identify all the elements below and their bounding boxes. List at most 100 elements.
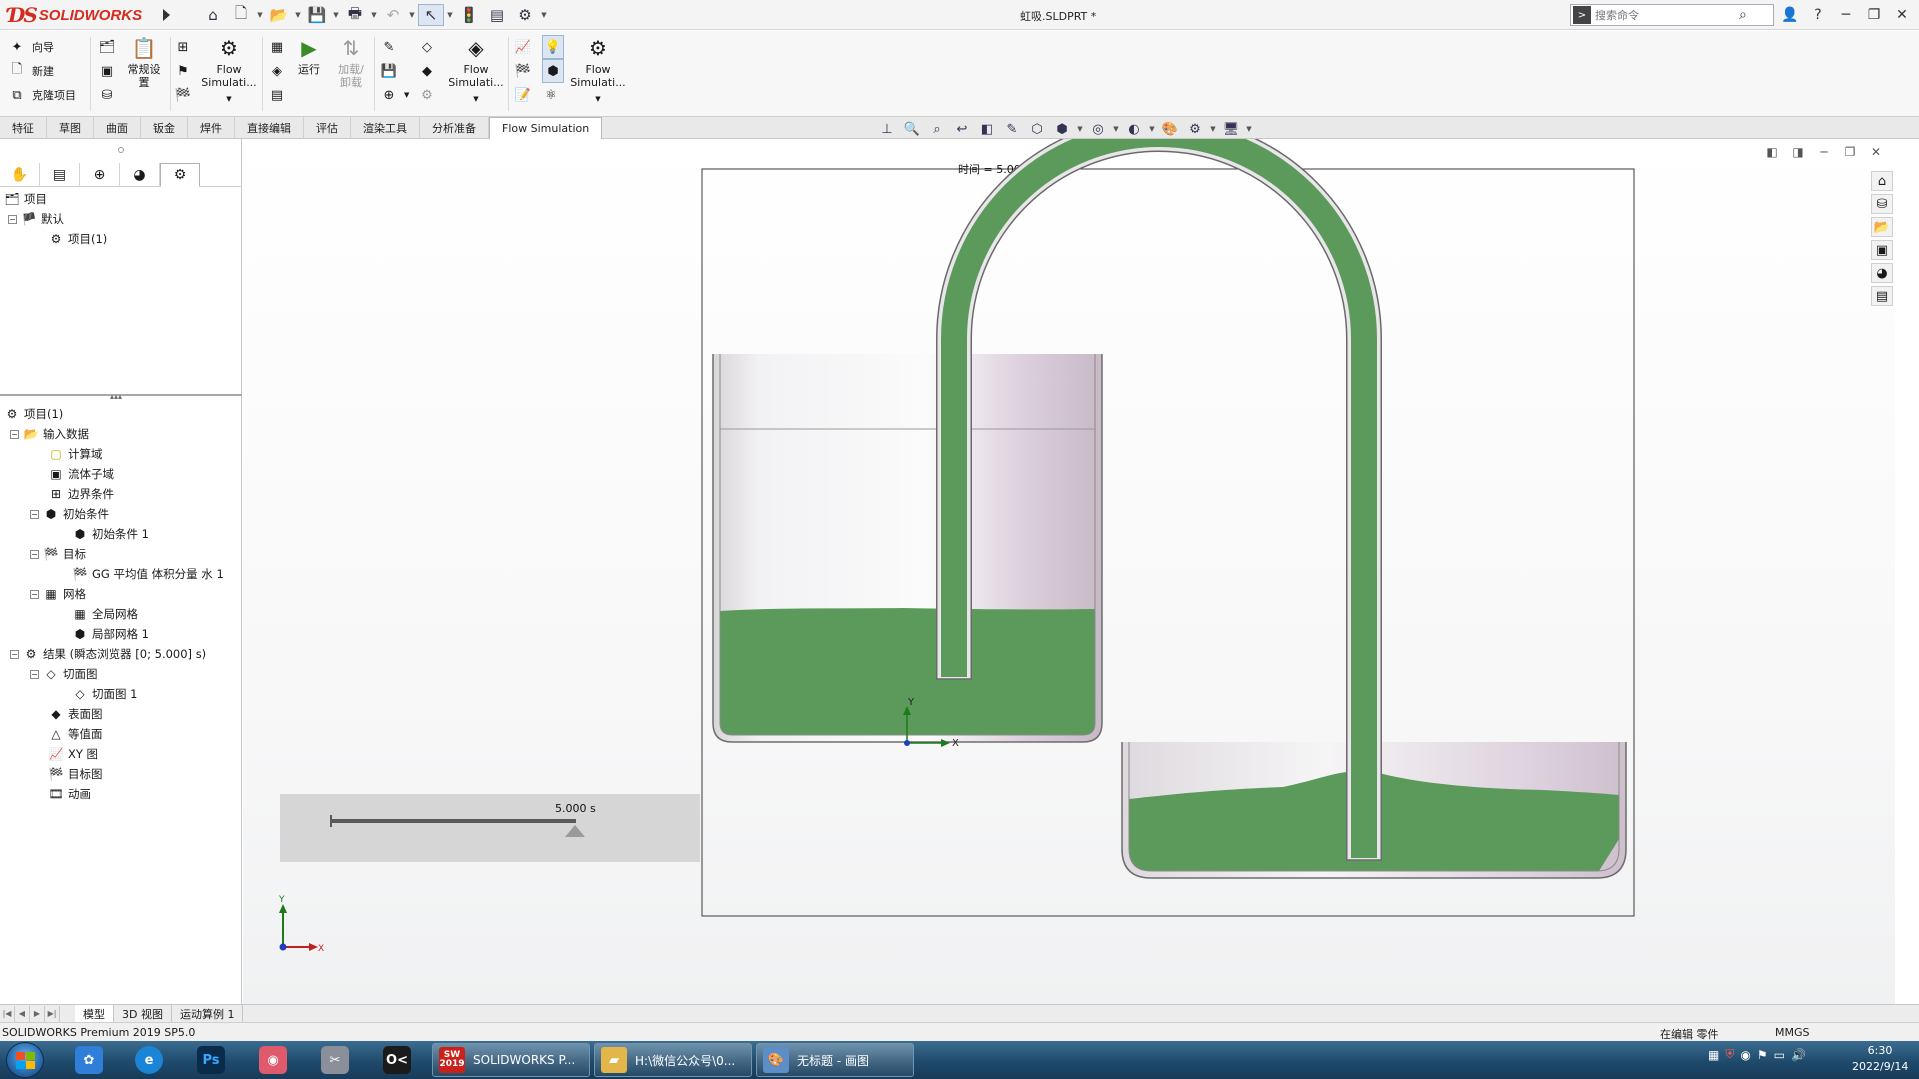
select-dropdown-icon[interactable]: ▼ [446, 4, 454, 26]
tree-item-initial-conditions[interactable]: − ⬢ 初始条件 [30, 504, 109, 524]
feature-manager-tab-icon[interactable]: ✋ [0, 163, 40, 187]
tab-evaluate[interactable]: 评估 [304, 117, 351, 139]
input-method-icon[interactable]: ▦ [1708, 1048, 1719, 1062]
tree-item-isosurfaces[interactable]: △ 等值面 [48, 724, 102, 744]
tab-motion-study-1[interactable]: 运动算例 1 [172, 1004, 244, 1023]
goal-plot-results-button[interactable]: 🏁 [514, 59, 532, 83]
tree-item-global-mesh[interactable]: ▦ 全局网格 [72, 604, 138, 624]
chevron-down-icon[interactable]: ▼ [1112, 125, 1120, 133]
tab-model[interactable]: 模型 [75, 1004, 114, 1023]
save-icon[interactable]: 💾 [304, 4, 330, 26]
tab-analysis-prep[interactable]: 分析准备 [420, 117, 489, 139]
computational-domain-button[interactable]: ▣ [98, 59, 116, 83]
chevron-down-icon[interactable]: ▼ [1245, 125, 1253, 133]
batch-run-button[interactable]: ▤ [268, 83, 286, 107]
previous-view-icon[interactable]: ↩ [951, 119, 973, 139]
boundary-condition-button[interactable]: ⊞ [174, 35, 192, 59]
timeline-slider-handle[interactable] [565, 825, 585, 837]
tree-item-initial-condition-1[interactable]: ⬢ 初始条件 1 [72, 524, 149, 544]
tree-item-root[interactable]: ⚙ 项目(1) [4, 404, 64, 424]
configuration-manager-tab-icon[interactable]: ⊕ [80, 163, 120, 187]
traffic-light-icon[interactable]: 🚦 [456, 4, 482, 26]
reference-axis-icon[interactable]: ⊥ [876, 119, 898, 139]
hide-show-items-icon[interactable]: ◎ [1087, 119, 1109, 139]
last-tab-icon[interactable]: ▶| [45, 1005, 60, 1022]
section-view-icon[interactable]: ◧ [976, 119, 998, 139]
options-gear-icon[interactable]: ⚙ [512, 4, 538, 26]
prev-tab-icon[interactable]: ◀ [15, 1005, 30, 1022]
design-library-icon[interactable]: ⛁ [1871, 194, 1893, 214]
chevron-down-icon[interactable]: ▼ [1209, 125, 1217, 133]
tree-item-fluid-subdomain[interactable]: ▣ 流体子域 [48, 464, 114, 484]
solver-button[interactable]: ◈ [268, 59, 286, 83]
monitor-display-icon[interactable]: 🖥 [1220, 119, 1242, 139]
save-dropdown-icon[interactable]: ▼ [332, 4, 340, 26]
probe-button[interactable]: ✎ [380, 35, 409, 59]
flow-simulation-feature-button[interactable]: ⚙ Flow Simulati... ▼ [200, 35, 258, 106]
open-icon[interactable]: 📂 [266, 4, 292, 26]
select-cursor-icon[interactable]: ↖ [418, 4, 444, 26]
tree-item-results[interactable]: − ⚙ 结果 (瞬态浏览器 [0; 5.000] s) [10, 644, 206, 664]
xy-plot-button[interactable]: 📈 [514, 35, 532, 59]
chevron-down-icon[interactable]: ▼ [595, 93, 600, 106]
tab-render-tools[interactable]: 渲染工具 [351, 117, 420, 139]
timeline-track[interactable] [330, 819, 576, 823]
chevron-down-icon[interactable]: ▼ [1076, 125, 1084, 133]
antivirus-icon[interactable]: ⛨ [1725, 1047, 1734, 1062]
tree-item-local-mesh-1[interactable]: ⬢ 局部网格 1 [72, 624, 149, 644]
undo-dropdown-icon[interactable]: ▼ [408, 4, 416, 26]
tree-item-goals[interactable]: − 🏁 目标 [30, 544, 86, 564]
zoom-to-fit-icon[interactable]: 🔍 [901, 119, 923, 139]
taskbar-task-solidworks[interactable]: SW 2019 SOLIDWORKS P... [432, 1043, 590, 1077]
graphics-area[interactable]: ◧ ◨ ─ ❐ ✕ 时间 = 5.000 s Y X Y X 5.000 s ⌂… [243, 139, 1895, 1004]
tree-item-animations[interactable]: 🎞 动画 [48, 784, 91, 804]
taskbar-app-1[interactable]: ✿ [62, 1044, 116, 1076]
tree-item-mesh[interactable]: − ▦ 网格 [30, 584, 86, 604]
taskbar-task-paint[interactable]: 🎨 无标题 - 画图 [756, 1043, 914, 1077]
app-tray-icon[interactable]: ◉ [1740, 1048, 1750, 1062]
close-icon[interactable]: ✕ [1891, 4, 1913, 26]
collapse-toggle-icon[interactable]: − [30, 669, 39, 679]
tree-item-input-data[interactable]: − 📂 输入数据 [10, 424, 89, 444]
unit-system[interactable]: MMGS [1775, 1026, 1810, 1039]
tab-weldments[interactable]: 焊件 [188, 117, 235, 139]
view-orientation-icon[interactable]: ⬡ [1026, 119, 1048, 139]
goals-button[interactable]: ⚑ [174, 59, 192, 83]
new-document-icon[interactable]: 🗋 [228, 4, 254, 26]
property-manager-tab-icon[interactable]: ▤ [40, 163, 80, 187]
solidworks-logo[interactable]: ƊS SOLIDWORKS [8, 2, 160, 28]
mesh-button[interactable]: ▦ [268, 35, 286, 59]
particle-study-button[interactable]: ⚛ [542, 83, 564, 107]
collapse-toggle-icon[interactable]: − [8, 214, 17, 224]
collapse-toggle-icon[interactable]: − [30, 549, 39, 559]
menu-expand-arrow-icon[interactable] [160, 6, 172, 24]
view-settings-icon[interactable]: ⚙ [1184, 119, 1206, 139]
goal-plot-button[interactable]: 🏁 [174, 83, 192, 107]
wizard-button[interactable]: ✦ 向导 [8, 35, 76, 59]
cut-plot-button[interactable]: ◇ [418, 35, 436, 59]
taskbar-app-photoshop[interactable]: Ps [184, 1044, 238, 1076]
results-display-toggle-button[interactable]: ⬢ [542, 59, 564, 83]
tree-item-cut-plots[interactable]: − ◇ 切面图 [30, 664, 98, 684]
tab-direct-editing[interactable]: 直接编辑 [235, 117, 304, 139]
custom-properties-icon[interactable]: ▤ [1871, 286, 1893, 306]
taskbar-task-explorer[interactable]: ▰ H:\微信公众号\0... [594, 1043, 752, 1077]
flag-icon[interactable]: ⚑ [1757, 1048, 1768, 1062]
lightbulb-toggle-button[interactable]: 💡 [542, 35, 564, 59]
run-button[interactable]: ▶ 运行 [294, 35, 324, 77]
tab-surfaces[interactable]: 曲面 [94, 117, 141, 139]
save-results-button[interactable]: 💾 [380, 59, 409, 83]
appearances-icon[interactable]: ◕ [1871, 263, 1893, 283]
collapse-toggle-icon[interactable]: − [30, 509, 39, 519]
new-dropdown-icon[interactable]: ▼ [256, 4, 264, 26]
print-dropdown-icon[interactable]: ▼ [370, 4, 378, 26]
solidworks-resources-icon[interactable]: ⌂ [1871, 171, 1893, 191]
collapse-toggle-icon[interactable]: − [30, 589, 39, 599]
project-tree-button[interactable]: 🗂 [98, 35, 116, 59]
tree-item-goal-1[interactable]: 🏁 GG 平均值 体积分量 水 1 [72, 564, 224, 584]
help-icon[interactable]: ? [1807, 4, 1829, 26]
chevron-down-icon[interactable]: ▼ [1148, 125, 1156, 133]
collapse-toggle-icon[interactable]: − [10, 429, 19, 439]
display-results-button[interactable]: ⊕ ▼ [380, 83, 410, 107]
taskbar-app-6[interactable]: O< [370, 1044, 424, 1076]
